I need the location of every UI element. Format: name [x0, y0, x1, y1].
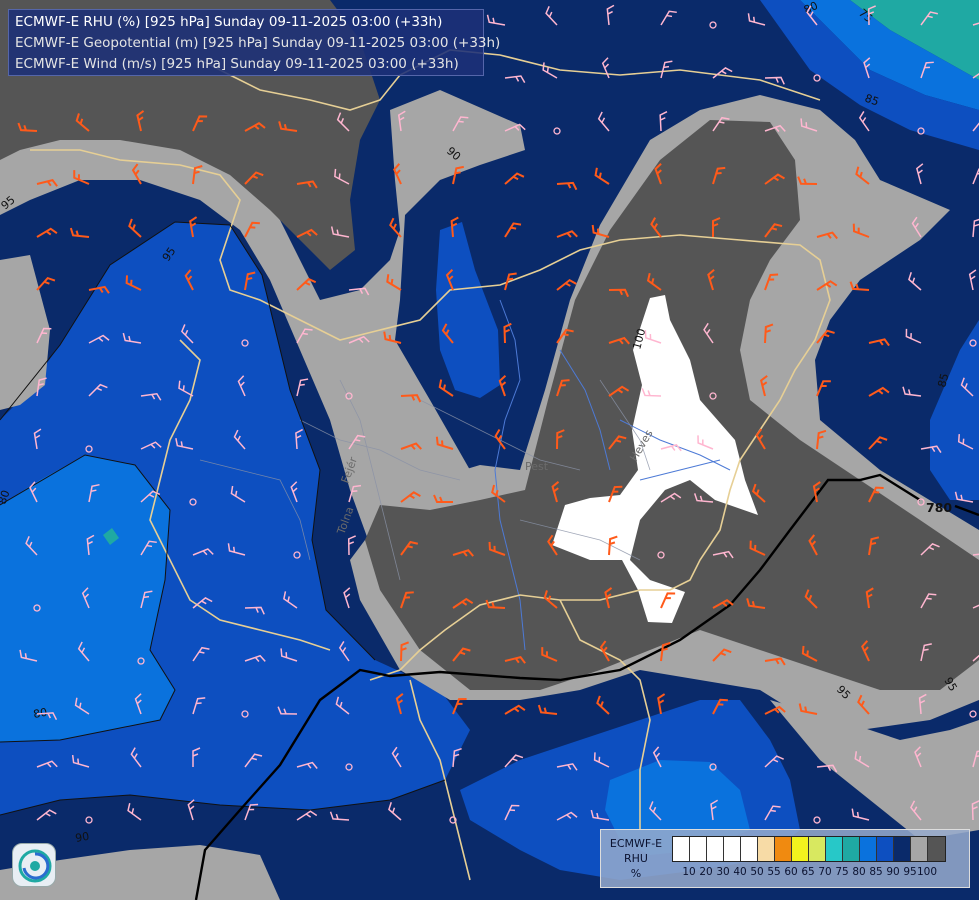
- legend-tick: 85: [869, 866, 883, 878]
- legend-tick: 20: [699, 866, 713, 878]
- legend-tick: 75: [835, 866, 849, 878]
- legend-swatch: [673, 837, 690, 861]
- ecmwf-swirl-icon: [12, 843, 56, 887]
- legend-swatch: [690, 837, 707, 861]
- region-label-pest: Pest: [525, 460, 549, 473]
- map-viewer: 780 80 75 85 90 95 95 100 85 80 95 95 80…: [0, 0, 979, 900]
- rhu-zone-75-80: [0, 455, 175, 742]
- rhu-legend: ECMWF-E RHU % 10 20 30 40 50 55 60 65 70 75 80 85 90…: [600, 829, 970, 888]
- title-geopotential: ECMWF-E Geopotential (m) [925 hPa] Sunda…: [15, 35, 501, 51]
- legend-tick: 70: [818, 866, 832, 878]
- legend-tick: 80: [852, 866, 866, 878]
- legend-tick: 100: [916, 866, 938, 878]
- legend-swatch: [826, 837, 843, 861]
- legend-swatch: [707, 837, 724, 861]
- legend-tick: 50: [750, 866, 764, 878]
- legend-swatch: [911, 837, 928, 861]
- legend-title-variable: RHU: [624, 852, 648, 865]
- rhu-contour-label: 90: [74, 830, 90, 845]
- title-rhu: ECMWF-E RHU (%) [925 hPa] Sunday 09-11-2…: [15, 14, 443, 30]
- legend-swatch: [894, 837, 911, 861]
- legend-swatch: [928, 837, 945, 861]
- legend-tick: 90: [886, 866, 900, 878]
- legend-swatch: [792, 837, 809, 861]
- legend-tick: 65: [801, 866, 815, 878]
- title-wind: ECMWF-E Wind (m/s) [925 hPa] Sunday 09-1…: [15, 56, 459, 72]
- legend-swatch: [775, 837, 792, 861]
- weather-map: 780 80 75 85 90 95 95 100 85 80 95 95 80…: [0, 0, 979, 900]
- legend-tick: 30: [716, 866, 730, 878]
- legend-color-scale: [672, 836, 946, 862]
- legend-swatch: [724, 837, 741, 861]
- legend-title-model: ECMWF-E: [609, 837, 663, 850]
- legend-swatch: [809, 837, 826, 861]
- geopotential-label-780: 780: [926, 500, 952, 515]
- map-title-box: ECMWF-E RHU (%) [925 hPa] Sunday 09-11-2…: [8, 9, 501, 76]
- legend-tick: 40: [733, 866, 747, 878]
- legend-swatch: [877, 837, 894, 861]
- legend-swatch: [843, 837, 860, 861]
- legend-swatch: [741, 837, 758, 861]
- legend-tick: 95: [903, 866, 917, 878]
- legend-tick: 10: [682, 866, 696, 878]
- legend-swatch: [758, 837, 775, 861]
- legend-tick: 60: [784, 866, 798, 878]
- legend-swatch: [860, 837, 877, 861]
- legend-title-unit: %: [630, 867, 642, 880]
- legend-tick: 55: [767, 866, 781, 878]
- legend-title: ECMWF-E RHU %: [605, 836, 667, 881]
